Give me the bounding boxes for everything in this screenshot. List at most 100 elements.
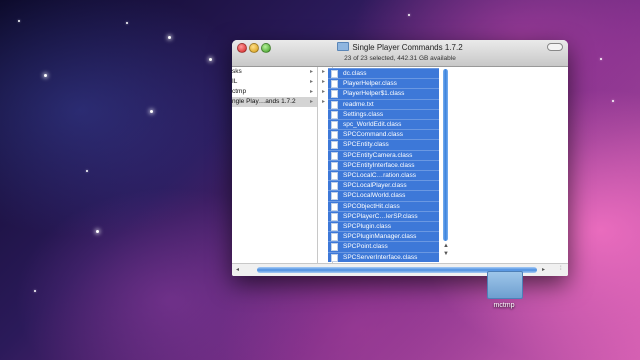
parent-column-item-label: ctmp bbox=[232, 88, 247, 95]
folder-icon bbox=[337, 42, 350, 51]
file-row[interactable]: SPCEntity.class bbox=[328, 139, 439, 150]
window-title-text: Single Player Commands 1.7.2 bbox=[352, 43, 463, 52]
star bbox=[600, 58, 602, 60]
toolbar-toggle-button[interactable] bbox=[547, 43, 563, 51]
chevron-right-icon: ▸ bbox=[322, 99, 326, 105]
scroll-up-arrow-icon[interactable]: ▲ bbox=[442, 243, 450, 249]
file-name: SPCPlugin.class bbox=[343, 223, 392, 230]
document-icon bbox=[331, 121, 338, 129]
document-icon bbox=[331, 131, 338, 140]
chevron-right-icon: ▸ bbox=[309, 79, 313, 85]
file-row[interactable]: SPCServerInterface.class bbox=[328, 251, 439, 263]
file-row[interactable]: spc_WorldEdit.class bbox=[328, 119, 439, 130]
parent-column-item-selected[interactable]: ngle Play…ands 1.7.2 ▸ bbox=[232, 97, 317, 107]
star bbox=[86, 170, 88, 172]
desktop-folder-label[interactable]: mctmp bbox=[478, 302, 530, 309]
document-icon bbox=[331, 223, 338, 231]
document-icon bbox=[331, 161, 338, 170]
parent-column-item-label: ngle Play…ands 1.7.2 bbox=[232, 98, 296, 105]
file-name: SPCLocalWorld.class bbox=[343, 192, 406, 200]
file-name: SPCPoint.class bbox=[343, 243, 388, 251]
file-row[interactable]: SPCLocalPlayer.class bbox=[328, 180, 439, 191]
file-name: SPCEntityCamera.class bbox=[343, 151, 413, 159]
file-row[interactable]: SPCPlayerC…lerSP.class bbox=[328, 210, 439, 222]
chevron-right-icon: ▸ bbox=[309, 89, 313, 95]
file-row[interactable]: SPCPoint.class bbox=[328, 241, 439, 252]
chevron-right-icon: ▸ bbox=[322, 69, 326, 75]
status-bar: 23 of 23 selected, 442.31 GB available bbox=[344, 55, 456, 62]
star bbox=[209, 58, 212, 61]
star bbox=[150, 110, 153, 113]
vertical-scroll-thumb[interactable] bbox=[443, 69, 448, 241]
star bbox=[168, 36, 171, 39]
file-row[interactable]: SPCPlugin.class bbox=[328, 221, 439, 232]
column-browser: sks ▸ IL ▸ ctmp ▸ ngle Play…ands 1.7.2 ▸… bbox=[232, 67, 568, 264]
file-row[interactable]: SPCPluginManager.class bbox=[328, 231, 439, 242]
file-row[interactable]: SPCLocalWorld.class bbox=[328, 190, 439, 201]
document-icon bbox=[331, 202, 338, 211]
file-name: SPCCommand.class bbox=[343, 131, 403, 139]
parent-column-item[interactable]: IL ▸ bbox=[232, 77, 317, 87]
parent-column-item-label: IL bbox=[232, 78, 238, 85]
document-icon bbox=[331, 151, 338, 160]
chevron-right-icon: ▸ bbox=[322, 89, 326, 95]
file-name: SPCServerInterface.class bbox=[343, 253, 418, 261]
star bbox=[96, 230, 99, 233]
parent-column-item[interactable]: sks ▸ bbox=[232, 67, 317, 77]
window-title: Single Player Commands 1.7.2 bbox=[232, 42, 568, 52]
scroll-left-arrow-icon[interactable]: ◂ bbox=[236, 266, 239, 273]
file-name: readme.txt bbox=[343, 100, 374, 108]
document-icon bbox=[331, 243, 338, 252]
file-name: SPCLocalC…ration.class bbox=[343, 172, 416, 179]
star bbox=[408, 14, 410, 16]
file-name: dc.class bbox=[343, 70, 367, 77]
file-name: SPCObjectHit.class bbox=[343, 202, 400, 210]
chevron-right-icon: ▸ bbox=[322, 79, 326, 85]
resize-grip-icon[interactable]: ⁞ bbox=[560, 266, 566, 273]
document-icon bbox=[331, 212, 338, 221]
file-row[interactable]: Settings.class bbox=[328, 108, 439, 120]
file-row[interactable]: SPCEntityCamera.class bbox=[328, 149, 439, 161]
file-name: SPCLocalPlayer.class bbox=[343, 182, 407, 190]
document-icon bbox=[331, 141, 338, 150]
vertical-scrollbar[interactable]: ▲ ▼ bbox=[442, 67, 450, 264]
file-row[interactable]: readme.txt bbox=[328, 98, 439, 110]
file-row[interactable]: SPCCommand.class bbox=[328, 129, 439, 140]
document-icon bbox=[331, 192, 338, 201]
scroll-right-arrow-icon[interactable]: ▸ bbox=[542, 266, 545, 273]
file-name: spc_WorldEdit.class bbox=[343, 121, 402, 128]
file-row[interactable]: PlayerHelper$1.class bbox=[328, 88, 439, 99]
folder-icon[interactable] bbox=[487, 271, 523, 299]
file-name: SPCPluginManager.class bbox=[343, 233, 417, 241]
star bbox=[18, 20, 20, 22]
file-name: PlayerHelper.class bbox=[343, 80, 397, 88]
document-icon bbox=[331, 100, 338, 109]
file-row[interactable]: SPCObjectHit.class bbox=[328, 200, 439, 212]
file-name: SPCEntity.class bbox=[343, 141, 389, 149]
document-icon bbox=[331, 182, 338, 191]
file-row[interactable]: SPCLocalC…ration.class bbox=[328, 170, 439, 181]
file-name: PlayerHelper$1.class bbox=[343, 90, 405, 98]
file-name: SPCEntityInterface.class bbox=[343, 161, 415, 169]
document-icon bbox=[331, 70, 338, 78]
document-icon bbox=[331, 253, 338, 262]
title-bar[interactable]: Single Player Commands 1.7.2 23 of 23 se… bbox=[232, 40, 568, 67]
star bbox=[126, 22, 128, 24]
star bbox=[34, 290, 36, 292]
parent-column-item[interactable]: ctmp ▸ bbox=[232, 87, 317, 97]
star bbox=[44, 74, 47, 77]
file-row[interactable]: dc.class bbox=[328, 68, 439, 79]
parent-column: sks ▸ IL ▸ ctmp ▸ ngle Play…ands 1.7.2 ▸ bbox=[232, 67, 318, 264]
finder-window: Single Player Commands 1.7.2 23 of 23 se… bbox=[232, 40, 568, 276]
file-list: dc.class PlayerHelper.class PlayerHelper$1… bbox=[328, 67, 440, 264]
chevron-right-icon: ▸ bbox=[309, 99, 313, 105]
parent-column-item-label: sks bbox=[232, 68, 242, 75]
document-icon bbox=[331, 172, 338, 180]
scroll-down-arrow-icon[interactable]: ▼ bbox=[442, 251, 450, 257]
document-icon bbox=[331, 233, 338, 242]
file-name: Settings.class bbox=[343, 110, 384, 118]
chevron-right-icon: ▸ bbox=[309, 69, 313, 75]
file-row[interactable]: PlayerHelper.class bbox=[328, 78, 439, 89]
file-row[interactable]: SPCEntityInterface.class bbox=[328, 159, 439, 171]
file-name: SPCPlayerC…lerSP.class bbox=[343, 212, 418, 220]
